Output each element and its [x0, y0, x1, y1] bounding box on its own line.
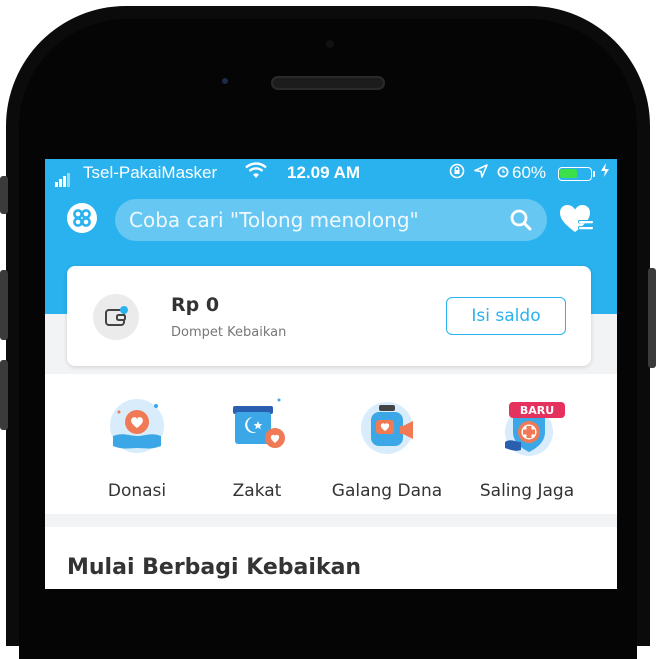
kitabisa-logo-icon[interactable]: [67, 203, 97, 233]
location-icon: [473, 163, 489, 183]
feature-galang-dana[interactable]: Galang Dana: [325, 374, 445, 514]
feature-donasi[interactable]: Donasi: [75, 374, 195, 514]
lock-rotation-icon: [449, 163, 465, 183]
feature-label-saling-jaga: Saling Jaga: [479, 481, 575, 501]
alarm-icon: [495, 163, 511, 183]
zakat-box-icon: [225, 392, 289, 460]
topup-button[interactable]: Isi saldo: [446, 297, 566, 335]
battery-tip: [593, 171, 595, 177]
feature-label-zakat: Zakat: [232, 481, 282, 501]
section-title: Mulai Berbagi Kebaikan: [67, 555, 362, 580]
wallet-label: Dompet Kebaikan: [171, 325, 287, 340]
feature-zakat[interactable]: Zakat: [195, 374, 315, 514]
wifi-icon: [245, 162, 267, 184]
carrier-name: Tsel-PakaiMasker: [83, 163, 218, 182]
power-button: [648, 268, 656, 368]
donation-hand-icon: [105, 392, 169, 460]
front-camera: [326, 40, 334, 48]
app-screen: Tsel-PakaiMasker 12.09 AM 60% Coba cari …: [45, 159, 617, 589]
charging-icon: [600, 162, 610, 182]
wallet-card: Rp 0 Dompet Kebaikan Isi saldo: [67, 266, 591, 366]
volume-down-button: [0, 360, 8, 430]
battery-icon: [558, 167, 592, 181]
volume-up-button: [0, 270, 8, 340]
feature-saling-jaga[interactable]: BARU Saling Jaga: [465, 374, 585, 514]
battery-fill: [560, 169, 577, 178]
heart-list-icon[interactable]: [559, 203, 595, 239]
status-bar: Tsel-PakaiMasker 12.09 AM 60%: [45, 159, 617, 189]
feature-label-galang-dana: Galang Dana: [331, 481, 443, 501]
wallet-icon: [93, 294, 139, 340]
proximity-sensor: [222, 78, 228, 84]
search-input[interactable]: Coba cari "Tolong menolong": [129, 208, 419, 232]
wallet-balance: Rp 0: [171, 294, 220, 316]
new-badge: BARU: [509, 402, 565, 418]
section-header: Mulai Berbagi Kebaikan: [45, 527, 617, 589]
feature-menu: Donasi Zakat Galang Dana BARU Saling Jag…: [45, 374, 617, 514]
signal-icon: [55, 168, 71, 187]
search-bar[interactable]: Coba cari "Tolong menolong": [115, 199, 547, 241]
fundraise-jar-icon: [355, 392, 419, 460]
earpiece-speaker: [271, 76, 385, 90]
battery-percent: 60%: [512, 163, 547, 182]
search-icon[interactable]: [509, 208, 533, 236]
mute-switch: [0, 176, 8, 214]
status-time: 12.09 AM: [287, 163, 361, 182]
feature-label-donasi: Donasi: [107, 481, 167, 501]
